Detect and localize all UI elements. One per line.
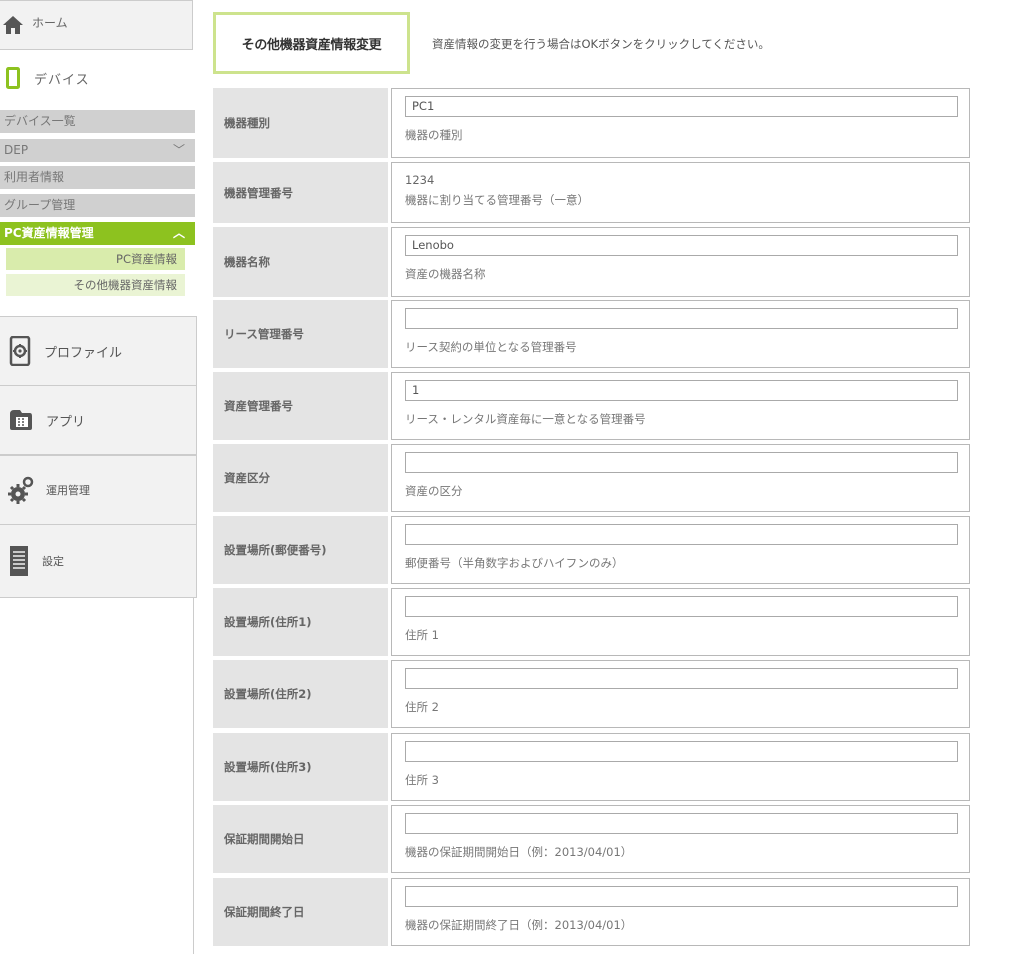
sidebar-item-label: DEP bbox=[4, 143, 29, 157]
nav-profile-label: プロファイル bbox=[44, 345, 123, 361]
sidebar-item-dep[interactable]: DEP ﹀ bbox=[0, 139, 195, 162]
address-1-input[interactable] bbox=[405, 596, 958, 617]
field-cell: 1 リース・レンタル資産毎に一意となる管理番号 bbox=[391, 372, 970, 440]
form-row-asset-category: 資産区分 資産の区分 bbox=[213, 444, 970, 512]
form-row-warranty-end-date: 保証期間終了日 機器の保証期間終了日（例：2013/04/01） bbox=[213, 878, 970, 946]
form-row-address-1: 設置場所(住所1) 住所 1 bbox=[213, 588, 970, 656]
field-label: 保証期間開始日 bbox=[213, 805, 388, 873]
sidebar-item-label: デバイス一覧 bbox=[4, 114, 76, 128]
device-management-number-value: 1234 bbox=[405, 173, 435, 187]
sidebar-item-label: 利用者情報 bbox=[4, 170, 65, 184]
field-hint: 資産の機器名称 bbox=[405, 267, 486, 281]
field-hint: 機器の保証期間開始日（例：2013/04/01） bbox=[405, 845, 633, 859]
nav-operation-management[interactable]: 運用管理 bbox=[0, 455, 197, 525]
field-label: 機器管理番号 bbox=[213, 162, 388, 223]
chevron-down-icon: ﹀ bbox=[172, 143, 185, 157]
field-label: 設置場所(住所1) bbox=[213, 588, 388, 656]
page-title: その他機器資産情報変更 bbox=[213, 12, 410, 74]
nav-settings-label: 設定 bbox=[42, 555, 64, 568]
sidebar-subitem-pc-asset-info[interactable]: PC資産情報 bbox=[6, 248, 185, 270]
field-cell: PC1 機器の種別 bbox=[391, 88, 970, 158]
field-hint: 郵便番号（半角数字およびハイフンのみ） bbox=[405, 556, 624, 570]
postal-code-input[interactable] bbox=[405, 524, 958, 545]
nav-device[interactable]: デバイス bbox=[0, 50, 193, 106]
sidebar-divider bbox=[193, 598, 194, 954]
field-cell: 住所 3 bbox=[391, 733, 970, 801]
form-row-device-type: 機器種別 PC1 機器の種別 bbox=[213, 88, 970, 158]
sidebar-item-label: グループ管理 bbox=[4, 198, 76, 212]
sidebar-item-user-info[interactable]: 利用者情報 bbox=[0, 166, 195, 189]
field-hint: リース契約の単位となる管理番号 bbox=[405, 340, 577, 354]
warranty-start-date-input[interactable] bbox=[405, 813, 958, 834]
field-cell: 住所 2 bbox=[391, 660, 970, 728]
nav-app[interactable]: アプリ bbox=[0, 385, 197, 455]
nav-profile[interactable]: プロファイル bbox=[0, 316, 197, 386]
page-instruction: 資産情報の変更を行う場合はOKボタンをクリックしてください。 bbox=[432, 37, 770, 51]
profile-gear-icon bbox=[8, 336, 32, 366]
form-row-address-2: 設置場所(住所2) 住所 2 bbox=[213, 660, 970, 728]
field-label: 資産管理番号 bbox=[213, 372, 388, 440]
form-row-address-3: 設置場所(住所3) 住所 3 bbox=[213, 733, 970, 801]
sidebar-subitem-other-asset-info[interactable]: その他機器資産情報 bbox=[6, 274, 185, 296]
form-row-postal-code: 設置場所(郵便番号) 郵便番号（半角数字およびハイフンのみ） bbox=[213, 516, 970, 584]
settings-document-icon bbox=[8, 545, 30, 577]
device-name-input[interactable]: Lenobo bbox=[405, 235, 958, 256]
field-cell: 機器の保証期間開始日（例：2013/04/01） bbox=[391, 805, 970, 873]
field-cell: 資産の区分 bbox=[391, 444, 970, 512]
field-label: リース管理番号 bbox=[213, 300, 388, 368]
sidebar-item-group-management[interactable]: グループ管理 bbox=[0, 194, 195, 217]
form-row-device-name: 機器名称 Lenobo 資産の機器名称 bbox=[213, 227, 970, 297]
field-cell: Lenobo 資産の機器名称 bbox=[391, 227, 970, 297]
asset-category-input[interactable] bbox=[405, 452, 958, 473]
home-icon bbox=[2, 14, 24, 36]
nav-operation-management-label: 運用管理 bbox=[46, 484, 90, 497]
field-hint: 住所 1 bbox=[405, 628, 439, 642]
field-cell: 郵便番号（半角数字およびハイフンのみ） bbox=[391, 516, 970, 584]
nav-settings[interactable]: 設定 bbox=[0, 524, 197, 598]
field-cell: 住所 1 bbox=[391, 588, 970, 656]
field-label: 資産区分 bbox=[213, 444, 388, 512]
nav-device-label: デバイス bbox=[34, 72, 90, 88]
lease-management-number-input[interactable] bbox=[405, 308, 958, 329]
field-hint: 機器に割り当てる管理番号（一意） bbox=[405, 193, 589, 207]
chevron-up-icon: ︿ bbox=[172, 226, 185, 240]
address-3-input[interactable] bbox=[405, 741, 958, 762]
field-label: 機器名称 bbox=[213, 227, 388, 297]
gears-icon bbox=[8, 476, 34, 504]
field-label: 保証期間終了日 bbox=[213, 878, 388, 946]
field-hint: リース・レンタル資産毎に一意となる管理番号 bbox=[405, 412, 646, 426]
form-row-device-management-number: 機器管理番号 1234 機器に割り当てる管理番号（一意） bbox=[213, 162, 970, 223]
sidebar-subitem-label: その他機器資産情報 bbox=[73, 278, 178, 292]
field-label: 設置場所(郵便番号) bbox=[213, 516, 388, 584]
field-cell: 1234 機器に割り当てる管理番号（一意） bbox=[391, 162, 970, 223]
sidebar: ホーム デバイス デバイス一覧 DEP ﹀ 利用者情報 グループ管理 PC資産情… bbox=[0, 0, 197, 954]
nav-app-label: アプリ bbox=[46, 414, 86, 430]
sidebar-subitem-label: PC資産情報 bbox=[116, 252, 177, 266]
sidebar-item-device-list[interactable]: デバイス一覧 bbox=[0, 110, 195, 133]
asset-management-number-input[interactable]: 1 bbox=[405, 380, 958, 401]
warranty-end-date-input[interactable] bbox=[405, 886, 958, 907]
field-label: 設置場所(住所3) bbox=[213, 733, 388, 801]
field-label: 設置場所(住所2) bbox=[213, 660, 388, 728]
field-hint: 機器の種別 bbox=[405, 128, 463, 142]
nav-home[interactable]: ホーム bbox=[0, 0, 193, 50]
address-2-input[interactable] bbox=[405, 668, 958, 689]
app-icon bbox=[8, 408, 34, 432]
sidebar-item-pc-asset-management[interactable]: PC資産情報管理 ︿ bbox=[0, 222, 195, 245]
form-row-warranty-start-date: 保証期間開始日 機器の保証期間開始日（例：2013/04/01） bbox=[213, 805, 970, 873]
form-row-asset-management-number: 資産管理番号 1 リース・レンタル資産毎に一意となる管理番号 bbox=[213, 372, 970, 440]
nav-home-label: ホーム bbox=[32, 15, 68, 30]
smartphone-icon bbox=[6, 67, 20, 89]
device-type-input[interactable]: PC1 bbox=[405, 96, 958, 117]
field-cell: 機器の保証期間終了日（例：2013/04/01） bbox=[391, 878, 970, 946]
field-hint: 資産の区分 bbox=[405, 484, 463, 498]
field-hint: 機器の保証期間終了日（例：2013/04/01） bbox=[405, 918, 633, 932]
field-label: 機器種別 bbox=[213, 88, 388, 158]
field-hint: 住所 3 bbox=[405, 773, 439, 787]
field-hint: 住所 2 bbox=[405, 700, 439, 714]
sidebar-item-label: PC資産情報管理 bbox=[4, 226, 94, 240]
field-cell: リース契約の単位となる管理番号 bbox=[391, 300, 970, 368]
form-row-lease-management-number: リース管理番号 リース契約の単位となる管理番号 bbox=[213, 300, 970, 368]
